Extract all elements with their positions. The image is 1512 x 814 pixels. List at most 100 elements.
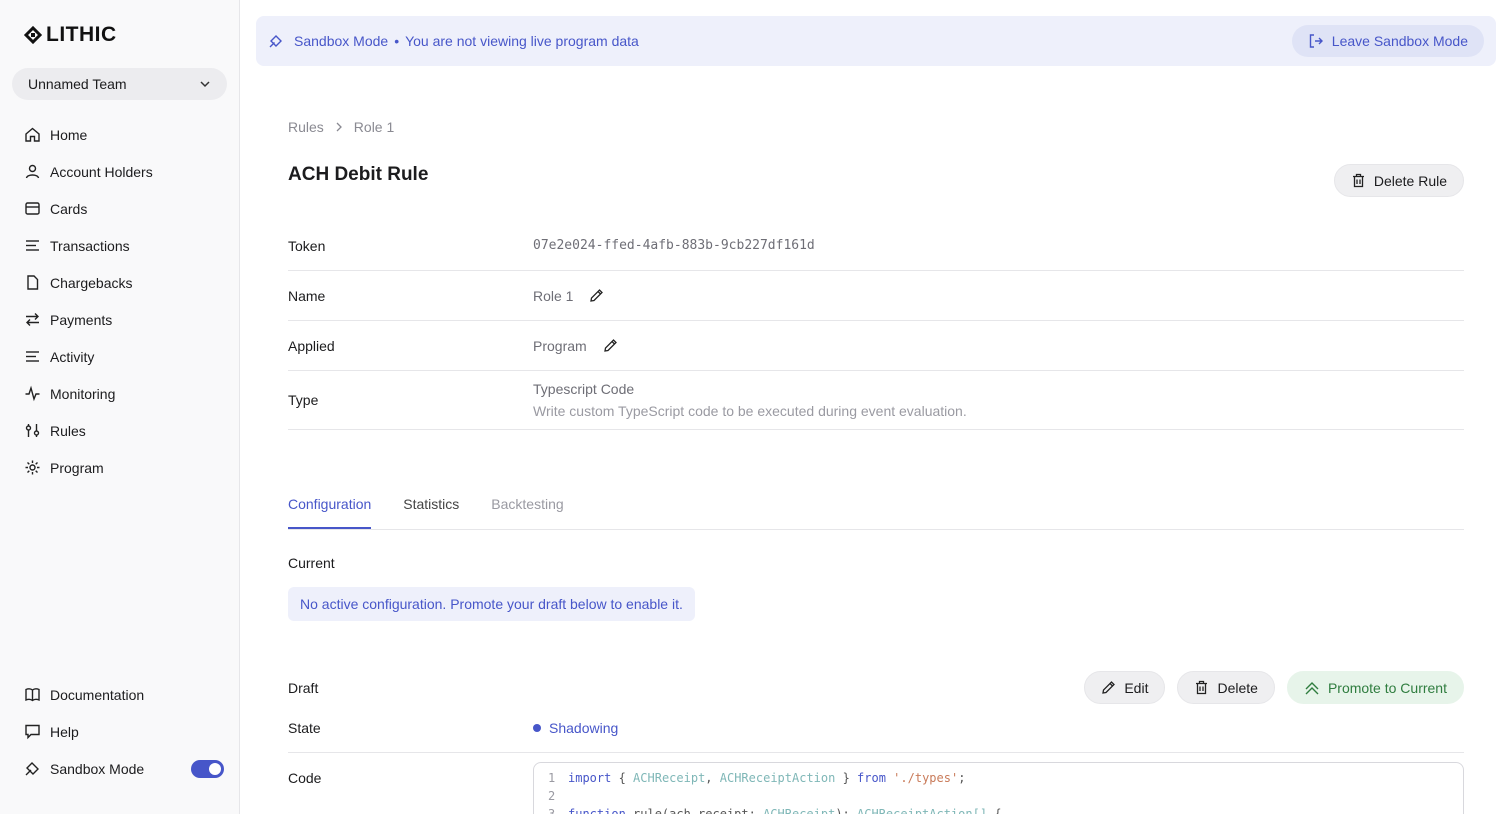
sidebar-item-payments[interactable]: Payments	[24, 301, 224, 338]
state-value-group: Shadowing	[533, 720, 618, 736]
line-number: 1	[548, 771, 556, 785]
code-editor[interactable]: 1 import { ACHReceipt, ACHReceiptAction }…	[533, 762, 1464, 814]
arrows-icon	[26, 313, 39, 326]
breadcrumb-rules[interactable]: Rules	[288, 119, 324, 135]
chat-icon	[25, 724, 40, 740]
sidebar-item-label: Chargebacks	[50, 274, 133, 291]
card-icon	[25, 202, 40, 215]
chevron-down-icon	[200, 81, 210, 88]
applied-label: Applied	[288, 337, 335, 354]
breadcrumb-current: Role 1	[353, 119, 395, 135]
sidebar-bottom-nav: Documentation Help Sandbox Mode	[24, 676, 224, 787]
trash-icon	[1196, 680, 1208, 695]
sidebar-item-program[interactable]: Program	[24, 449, 224, 486]
sidebar-item-documentation[interactable]: Documentation	[24, 676, 224, 713]
promote-label: Promote to Current	[1327, 679, 1447, 696]
code-label: Code	[288, 770, 322, 786]
pencil-icon	[1102, 681, 1116, 694]
delete-rule-button[interactable]: Delete Rule	[1333, 164, 1464, 197]
sidebar-item-rules[interactable]: Rules	[24, 412, 224, 449]
type-description: Write custom TypeScript code to be execu…	[533, 403, 967, 419]
sandbox-mode-toggle[interactable]	[191, 759, 224, 778]
sidebar-nav: Home Account Holders Cards Transactions …	[24, 116, 224, 486]
logo-text: LITHIC	[46, 23, 117, 46]
token-label: Token	[288, 237, 326, 254]
tab-configuration[interactable]: Configuration	[288, 483, 372, 529]
leave-sandbox-button[interactable]: Leave Sandbox Mode	[1291, 25, 1484, 57]
code-text: function rule(ach_receipt: ACHReceipt): …	[568, 807, 1002, 814]
code-line: 1 import { ACHReceipt, ACHReceiptAction }…	[548, 769, 1463, 787]
sandbox-icon	[25, 762, 39, 776]
applied-value-group: Program	[533, 338, 618, 354]
sidebar-item-label: Account Holders	[50, 163, 153, 180]
current-section-title: Current	[288, 555, 335, 571]
draft-section-title: Draft	[288, 680, 319, 696]
sidebar-item-cards[interactable]: Cards	[24, 190, 224, 227]
delete-draft-button[interactable]: Delete	[1177, 671, 1275, 704]
state-label: State	[288, 719, 321, 736]
draft-state-row: State Shadowing	[288, 703, 1464, 753]
code-line: 3 function rule(ach_receipt: ACHReceipt):…	[548, 805, 1463, 814]
line-number: 2	[548, 789, 556, 803]
sidebar-item-label: Documentation	[50, 686, 145, 703]
lithic-logo-icon	[24, 26, 42, 44]
home-icon	[25, 127, 40, 142]
detail-row-name: Name Role 1	[288, 271, 1464, 321]
sidebar-item-label: Cards	[50, 200, 88, 217]
sidebar-item-account-holders[interactable]: Account Holders	[24, 153, 224, 190]
sidebar-item-label: Home	[50, 126, 88, 143]
line-number: 3	[548, 807, 556, 814]
banner-separator: •	[394, 33, 400, 49]
lithic-logo[interactable]: LITHIC	[24, 23, 117, 46]
delete-rule-label: Delete Rule	[1373, 172, 1447, 189]
draft-actions: Edit Delete Promote to Current	[1084, 671, 1464, 704]
gear-icon	[25, 460, 40, 475]
token-value: 07e2e024-ffed-4afb-883b-9cb227df161d	[533, 238, 815, 253]
user-icon	[25, 164, 40, 179]
edit-draft-button[interactable]: Edit	[1084, 671, 1166, 704]
sidebar-item-chargebacks[interactable]: Chargebacks	[24, 264, 224, 301]
double-chevron-up-icon	[1305, 681, 1319, 694]
book-icon	[25, 688, 40, 702]
sidebar-item-home[interactable]: Home	[24, 116, 224, 153]
sidebar-item-transactions[interactable]: Transactions	[24, 227, 224, 264]
list-icon	[26, 240, 39, 251]
sidebar-item-label: Payments	[50, 311, 113, 328]
leave-sandbox-label: Leave Sandbox Mode	[1331, 33, 1468, 49]
sidebar-item-label: Monitoring	[50, 385, 116, 402]
page-title: ACH Debit Rule	[288, 164, 429, 185]
tab-backtesting: Backtesting	[491, 496, 564, 512]
sidebar-item-monitoring[interactable]: Monitoring	[24, 375, 224, 412]
applied-value: Program	[533, 337, 587, 354]
name-value-group: Role 1	[533, 288, 604, 304]
rule-tabs: Configuration Statistics Backtesting	[288, 483, 1464, 530]
sidebar: LITHIC Unnamed Team Home Account Holders…	[0, 0, 240, 814]
sidebar-item-sandbox-mode[interactable]: Sandbox Mode	[24, 750, 224, 787]
type-label: Type	[288, 392, 319, 408]
edit-name-icon[interactable]	[589, 288, 604, 303]
chevron-right-icon	[336, 122, 342, 132]
team-selector[interactable]: Unnamed Team	[12, 68, 227, 100]
name-label: Name	[288, 287, 326, 304]
tab-statistics[interactable]: Statistics	[403, 483, 459, 529]
delete-label: Delete	[1217, 679, 1258, 696]
state-value: Shadowing	[549, 719, 619, 736]
file-icon	[27, 275, 39, 290]
edit-label: Edit	[1124, 679, 1149, 696]
breadcrumb: Rules Role 1	[288, 119, 394, 135]
sidebar-item-help[interactable]: Help	[24, 713, 224, 750]
sidebar-item-label: Program	[50, 459, 104, 476]
rule-details: Token 07e2e024-ffed-4afb-883b-9cb227df16…	[288, 221, 1464, 430]
promote-to-current-button[interactable]: Promote to Current	[1286, 671, 1464, 704]
sidebar-item-label: Help	[50, 723, 79, 740]
sidebar-item-activity[interactable]: Activity	[24, 338, 224, 375]
sidebar-item-label: Transactions	[50, 237, 130, 254]
code-line: 2	[548, 787, 1463, 805]
sandbox-banner: Sandbox Mode • You are not viewing live …	[256, 16, 1496, 66]
status-dot	[533, 723, 541, 732]
code-text: import { ACHReceipt, ACHReceiptAction } …	[568, 771, 966, 785]
type-value: Typescript Code	[533, 381, 635, 397]
sidebar-item-label: Sandbox Mode	[50, 760, 145, 777]
detail-row-applied: Applied Program	[288, 321, 1464, 371]
edit-applied-icon[interactable]	[603, 338, 618, 353]
